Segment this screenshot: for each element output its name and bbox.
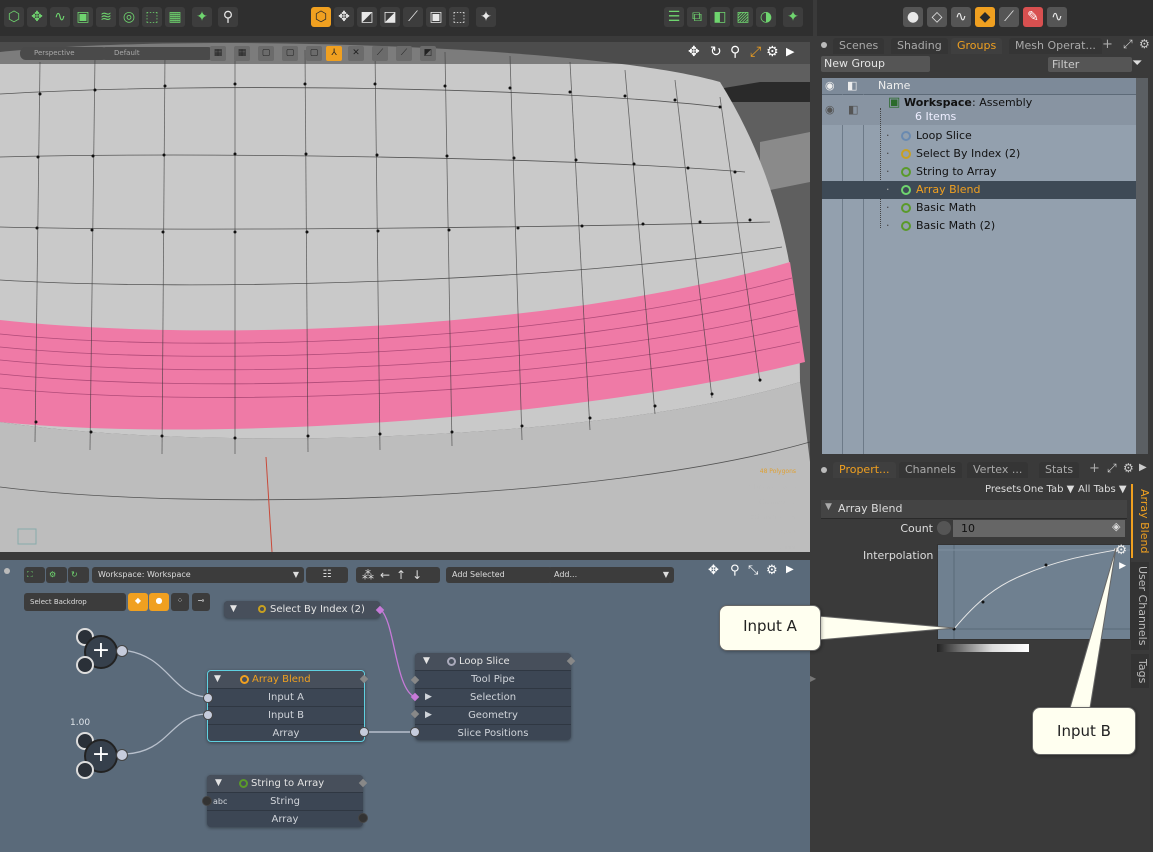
callout-input-b: Input B xyxy=(1032,707,1136,755)
callout-input-a: Input A xyxy=(719,605,821,651)
callout-pointers xyxy=(817,547,1117,709)
